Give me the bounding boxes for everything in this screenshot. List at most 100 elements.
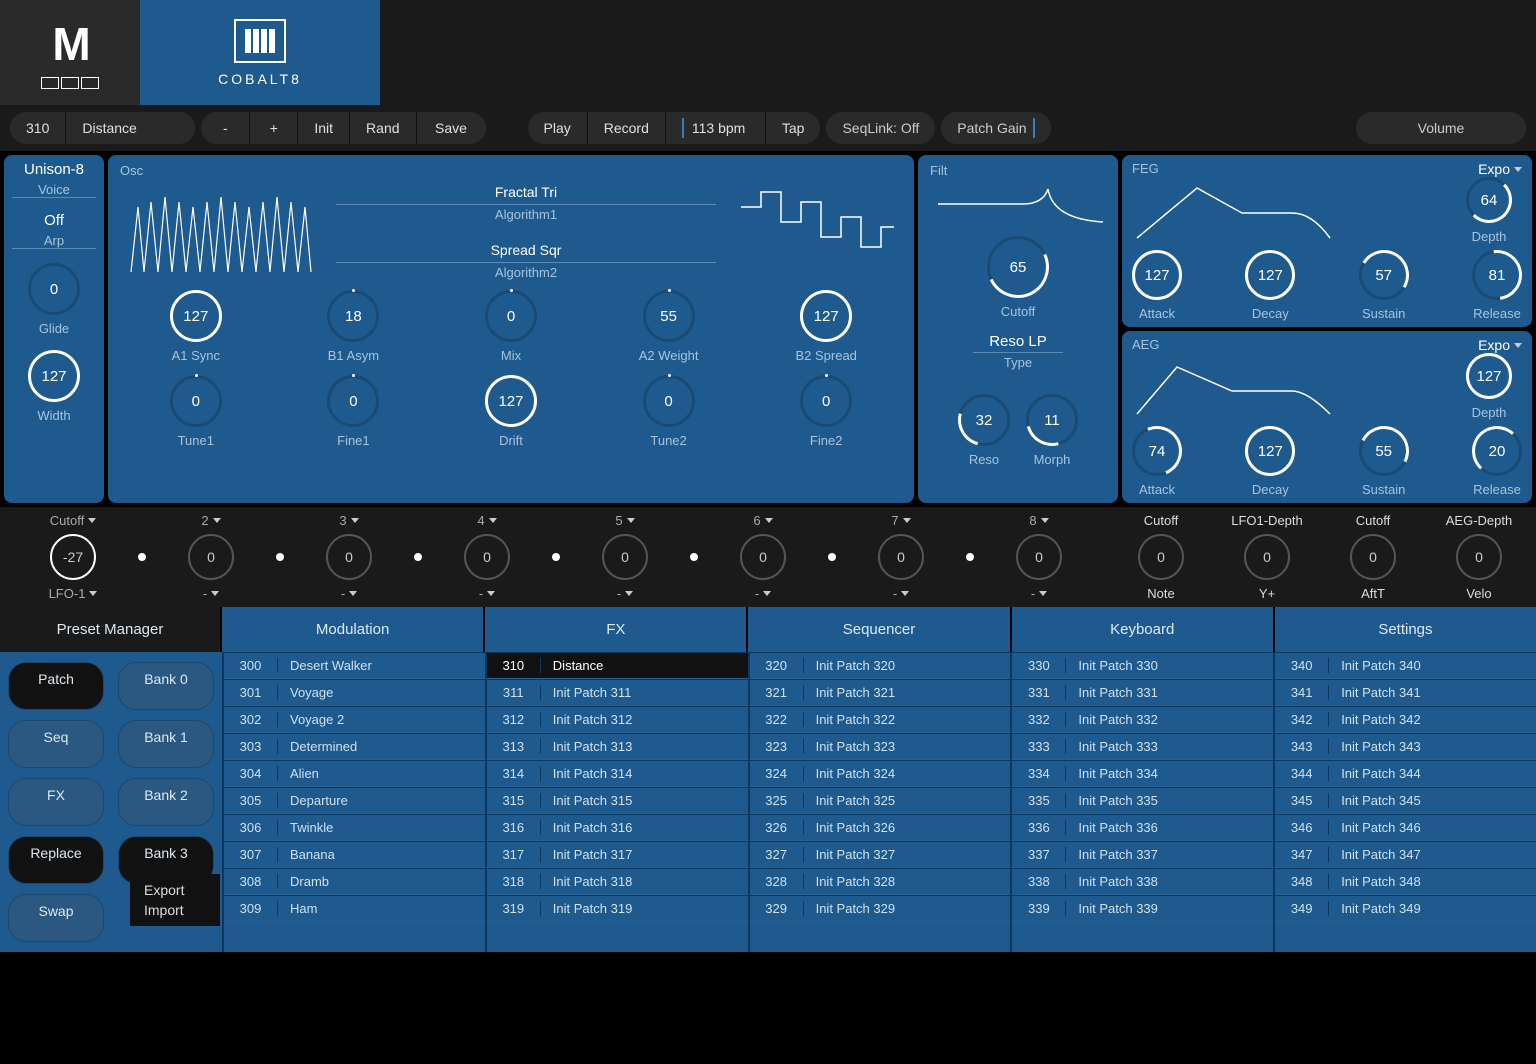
preset-row[interactable]: 326Init Patch 326 xyxy=(750,814,1011,841)
voice-mode[interactable]: Unison-8 Voice xyxy=(12,161,96,198)
patch-name[interactable]: Distance xyxy=(65,112,195,144)
save-button[interactable]: Save xyxy=(416,112,486,144)
preset-row[interactable]: 344Init Patch 344 xyxy=(1275,760,1536,787)
preset-row[interactable]: 335Init Patch 335 xyxy=(1012,787,1273,814)
tap-button[interactable]: Tap xyxy=(765,112,821,144)
preset-row[interactable]: 311Init Patch 311 xyxy=(487,679,748,706)
preset-row[interactable]: 346Init Patch 346 xyxy=(1275,814,1536,841)
cutoff-knob[interactable]: 65 Cutoff xyxy=(987,236,1049,319)
mod-slot-4[interactable]: 4 0 - xyxy=(422,513,552,601)
preset-row[interactable]: 343Init Patch 343 xyxy=(1275,733,1536,760)
preset-row[interactable]: 339Init Patch 339 xyxy=(1012,895,1273,922)
preset-row[interactable]: 318Init Patch 318 xyxy=(487,868,748,895)
osc-knob-tune1[interactable]: 0 Tune1 xyxy=(122,375,270,448)
preset-row[interactable]: 312Init Patch 312 xyxy=(487,706,748,733)
preset-row[interactable]: 319Init Patch 319 xyxy=(487,895,748,922)
preset-row[interactable]: 303Determined xyxy=(224,733,485,760)
init-button[interactable]: Init xyxy=(297,112,349,144)
preset-row[interactable]: 349Init Patch 349 xyxy=(1275,895,1536,922)
preset-row[interactable]: 320Init Patch 320 xyxy=(750,652,1011,679)
preset-row[interactable]: 342Init Patch 342 xyxy=(1275,706,1536,733)
volume-button[interactable]: Volume xyxy=(1356,112,1526,144)
preset-row[interactable]: 334Init Patch 334 xyxy=(1012,760,1273,787)
mod-fixed-4[interactable]: AEG-Depth 0 Velo xyxy=(1430,513,1528,601)
bank-context-menu[interactable]: Export Import xyxy=(130,874,220,926)
aeg-release-knob[interactable]: 20 Release xyxy=(1472,426,1522,497)
preset-row[interactable]: 315Init Patch 315 xyxy=(487,787,748,814)
mod-slot-5[interactable]: 5 0 - xyxy=(560,513,690,601)
preset-fx-button[interactable]: FX xyxy=(8,778,104,826)
play-button[interactable]: Play xyxy=(528,112,587,144)
preset-row[interactable]: 314Init Patch 314 xyxy=(487,760,748,787)
mod-slot-1[interactable]: Cutoff -27 LFO-1 xyxy=(8,513,138,601)
osc-knob-drift[interactable]: 127 Drift xyxy=(437,375,585,448)
osc-knob-fine2[interactable]: 0 Fine2 xyxy=(752,375,900,448)
tab-modulation[interactable]: Modulation xyxy=(222,607,485,652)
aeg-sustain-knob[interactable]: 55 Sustain xyxy=(1359,426,1409,497)
preset-row[interactable]: 310Distance xyxy=(487,652,748,679)
preset-row[interactable]: 313Init Patch 313 xyxy=(487,733,748,760)
arp-mode[interactable]: Off Arp xyxy=(12,212,96,249)
preset-row[interactable]: 309Ham xyxy=(224,895,485,922)
mod-fixed-2[interactable]: LFO1-Depth 0 Y+ xyxy=(1218,513,1316,601)
aeg-attack-knob[interactable]: 74 Attack xyxy=(1132,426,1182,497)
preset-row[interactable]: 308Dramb xyxy=(224,868,485,895)
morph-knob[interactable]: 11 Morph xyxy=(1026,394,1078,467)
width-knob[interactable]: 127 Width xyxy=(12,350,96,423)
seqlink-button[interactable]: SeqLink: Off xyxy=(826,112,935,144)
preset-row[interactable]: 305Departure xyxy=(224,787,485,814)
algorithm2-select[interactable]: Spread Sqr Algorithm2 xyxy=(336,242,716,280)
reso-knob[interactable]: 32 Reso xyxy=(958,394,1010,467)
tab-fx[interactable]: FX xyxy=(485,607,748,652)
glide-knob[interactable]: 0 Glide xyxy=(12,263,96,336)
mod-slot-8[interactable]: 8 0 - xyxy=(974,513,1104,601)
filter-type-select[interactable]: Reso LP Type xyxy=(973,333,1063,370)
preset-row[interactable]: 301Voyage xyxy=(224,679,485,706)
preset-row[interactable]: 316Init Patch 316 xyxy=(487,814,748,841)
preset-row[interactable]: 304Alien xyxy=(224,760,485,787)
preset-row[interactable]: 329Init Patch 329 xyxy=(750,895,1011,922)
preset-row[interactable]: 317Init Patch 317 xyxy=(487,841,748,868)
preset-row[interactable]: 347Init Patch 347 xyxy=(1275,841,1536,868)
osc-knob-a1-sync[interactable]: 127 A1 Sync xyxy=(122,290,270,363)
tab-keyboard[interactable]: Keyboard xyxy=(1012,607,1275,652)
preset-row[interactable]: 345Init Patch 345 xyxy=(1275,787,1536,814)
preset-row[interactable]: 348Init Patch 348 xyxy=(1275,868,1536,895)
feg-attack-knob[interactable]: 127 Attack xyxy=(1132,250,1182,321)
tab-preset-manager[interactable]: Preset Manager xyxy=(0,607,222,652)
preset-row[interactable]: 322Init Patch 322 xyxy=(750,706,1011,733)
tab-settings[interactable]: Settings xyxy=(1275,607,1536,652)
osc-knob-b1-asym[interactable]: 18 B1 Asym xyxy=(280,290,428,363)
tab-sequencer[interactable]: Sequencer xyxy=(748,607,1011,652)
mod-fixed-1[interactable]: Cutoff 0 Note xyxy=(1112,513,1210,601)
osc-knob-tune2[interactable]: 0 Tune2 xyxy=(595,375,743,448)
feg-depth-knob[interactable]: 64 Depth xyxy=(1466,177,1512,244)
preset-seq-button[interactable]: Seq xyxy=(8,720,104,768)
preset-bank-0-button[interactable]: Bank 0 xyxy=(118,662,214,710)
osc-knob-fine1[interactable]: 0 Fine1 xyxy=(280,375,428,448)
preset-row[interactable]: 327Init Patch 327 xyxy=(750,841,1011,868)
preset-row[interactable]: 321Init Patch 321 xyxy=(750,679,1011,706)
preset-row[interactable]: 324Init Patch 324 xyxy=(750,760,1011,787)
patch-number[interactable]: 310 xyxy=(10,112,65,144)
mod-slot-6[interactable]: 6 0 - xyxy=(698,513,828,601)
preset-row[interactable]: 306Twinkle xyxy=(224,814,485,841)
preset-patch-button[interactable]: Patch xyxy=(8,662,104,710)
osc-knob-mix[interactable]: 0 Mix xyxy=(437,290,585,363)
aeg-decay-knob[interactable]: 127 Decay xyxy=(1245,426,1295,497)
preset-row[interactable]: 331Init Patch 331 xyxy=(1012,679,1273,706)
preset-row[interactable]: 300Desert Walker xyxy=(224,652,485,679)
preset-bank-1-button[interactable]: Bank 1 xyxy=(118,720,214,768)
feg-curve-select[interactable]: Expo xyxy=(1478,161,1522,177)
preset-row[interactable]: 323Init Patch 323 xyxy=(750,733,1011,760)
aeg-curve-select[interactable]: Expo xyxy=(1478,337,1522,353)
mod-fixed-3[interactable]: Cutoff 0 AftT xyxy=(1324,513,1422,601)
osc-knob-b2-spread[interactable]: 127 B2 Spread xyxy=(752,290,900,363)
record-button[interactable]: Record xyxy=(587,112,665,144)
preset-row[interactable]: 337Init Patch 337 xyxy=(1012,841,1273,868)
osc-knob-a2-weight[interactable]: 55 A2 Weight xyxy=(595,290,743,363)
patch-gain-button[interactable]: Patch Gain xyxy=(941,112,1050,144)
mod-slot-2[interactable]: 2 0 - xyxy=(146,513,276,601)
preset-row[interactable]: 332Init Patch 332 xyxy=(1012,706,1273,733)
preset-replace-button[interactable]: Replace xyxy=(8,836,104,884)
